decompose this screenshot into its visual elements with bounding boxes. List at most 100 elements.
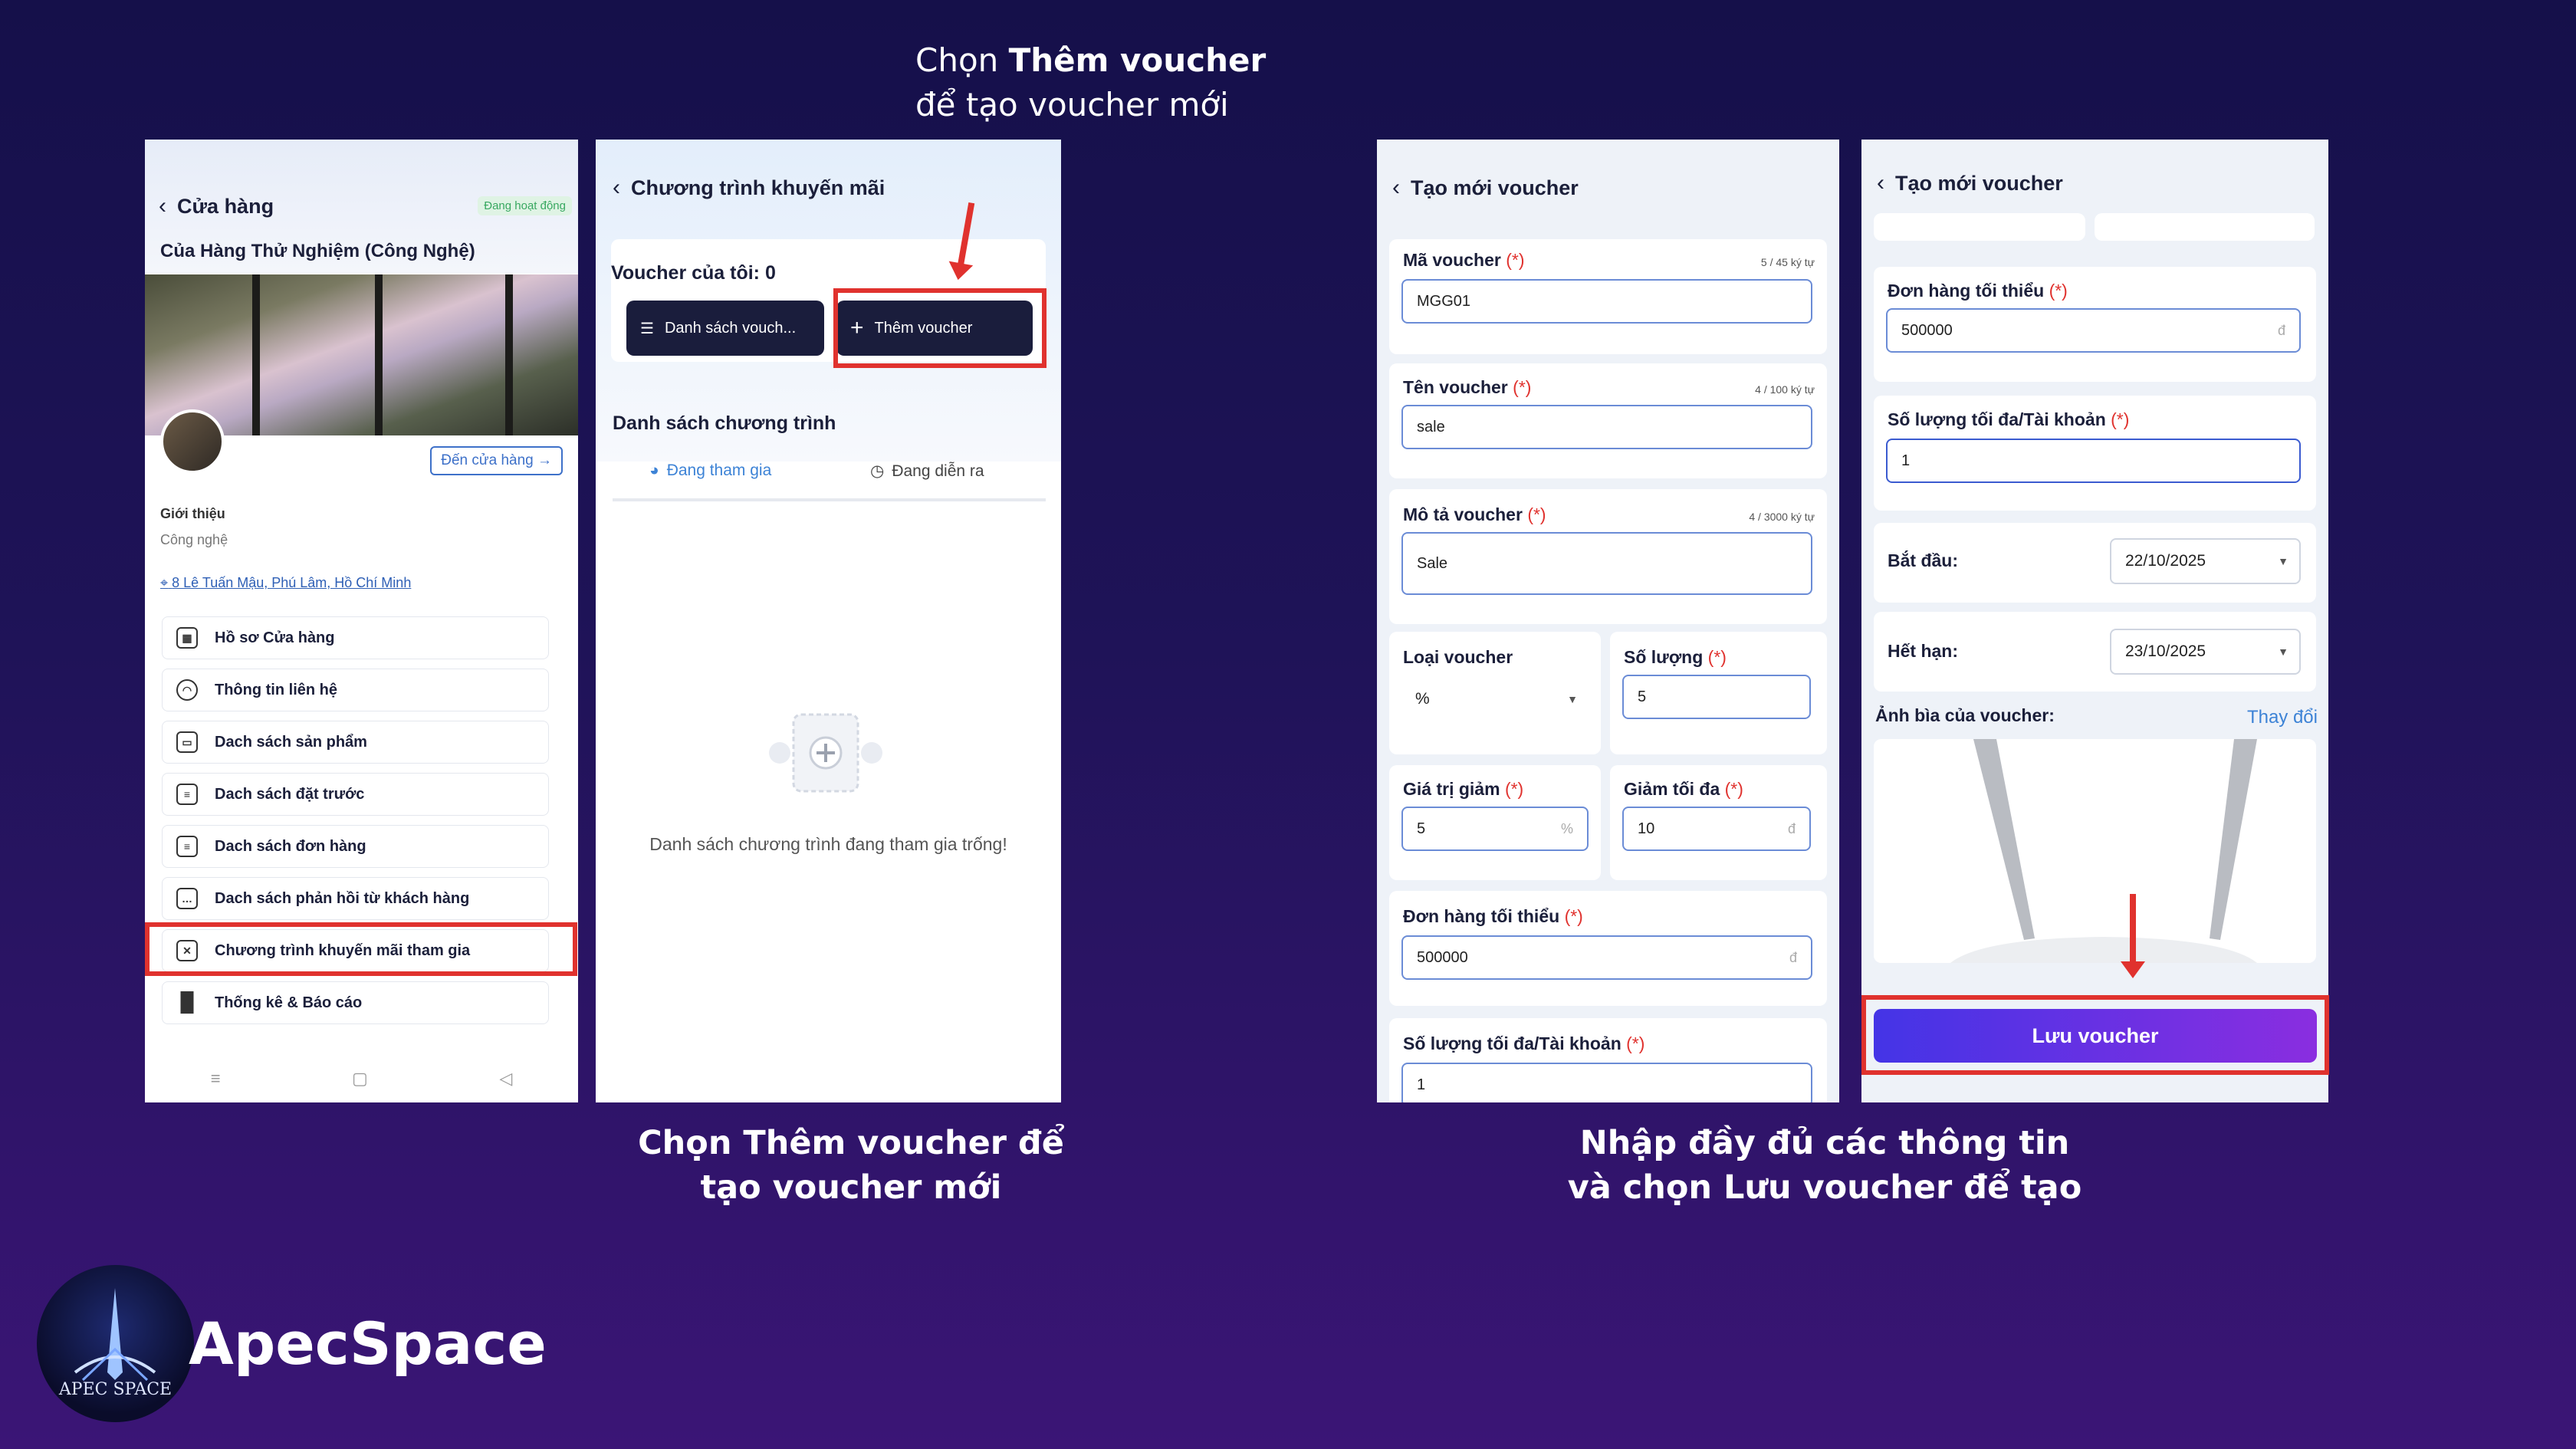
- android-navbar: ≡ ▢ ◁: [145, 1069, 578, 1089]
- home-nav-icon[interactable]: ▢: [352, 1069, 368, 1089]
- headset-icon: ◠: [176, 679, 198, 701]
- voucher-code-input[interactable]: MGG01: [1401, 279, 1812, 324]
- voucher-desc-input[interactable]: Sale: [1401, 532, 1812, 595]
- tab-joined[interactable]: ◕ Đang tham gia: [649, 462, 771, 480]
- discount-value: 5: [1417, 820, 1426, 837]
- required-mark: (*): [1564, 906, 1583, 926]
- max-label: Giảm tối đa (*): [1624, 779, 1743, 800]
- save-voucher-button[interactable]: Lưu voucher: [1874, 1009, 2317, 1063]
- min-order-input[interactable]: 500000 đ: [1886, 308, 2301, 353]
- status-badge: Đang hoạt động: [478, 196, 572, 215]
- required-mark: (*): [1504, 779, 1524, 799]
- create-header[interactable]: ‹ Tạo mới voucher: [1877, 170, 2063, 196]
- go-store-button[interactable]: Đến cửa hàng →: [430, 446, 563, 475]
- store-address-text: 8 Lê Tuấn Mậu, Phú Lâm, Hồ Chí Minh: [172, 575, 412, 590]
- create-header[interactable]: ‹ Tạo mới voucher: [1392, 175, 1579, 201]
- code-counter: 5 / 45 ký tự: [1760, 256, 1815, 268]
- plus-icon: +: [850, 315, 864, 340]
- menu-nav-icon[interactable]: ≡: [211, 1069, 221, 1089]
- save-voucher-label: Lưu voucher: [2032, 1024, 2159, 1047]
- per-account-value: 1: [1417, 1076, 1426, 1093]
- go-store-label: Đến cửa hàng: [441, 452, 534, 468]
- per-account-input[interactable]: 1: [1886, 439, 2301, 483]
- start-date-select[interactable]: 22/10/2025 ▼: [2110, 538, 2301, 584]
- menu-item-products[interactable]: ▭ Dach sách sản phẩm: [162, 721, 549, 764]
- bar-chart-icon: ▐▌: [174, 992, 201, 1013]
- back-chevron-icon[interactable]: ‹: [159, 193, 166, 219]
- desc-label-text: Mô tả voucher: [1403, 504, 1523, 524]
- discount-input[interactable]: 5%: [1401, 807, 1589, 851]
- list-icon: ☰: [640, 320, 654, 337]
- cover-frame: [375, 274, 383, 435]
- currency-suffix: đ: [2277, 322, 2285, 338]
- tab-ongoing[interactable]: ◷ Đang diễn ra: [870, 462, 984, 481]
- max-discount-input[interactable]: 10 đ: [1622, 807, 1811, 851]
- per-account-label-text: Số lượng tối đa/Tài khoản: [1888, 409, 2106, 429]
- name-label: Tên voucher (*): [1403, 377, 1531, 398]
- clock-icon: ◷: [870, 462, 885, 480]
- cover-frame: [252, 274, 260, 435]
- store-header[interactable]: ‹ Cửa hàng: [159, 193, 274, 219]
- menu-item-promotions[interactable]: ✕ Chương trình khuyến mãi tham gia: [162, 929, 549, 972]
- required-mark: (*): [1506, 250, 1525, 270]
- menu-item-feedback[interactable]: … Dach sách phản hồi từ khách hàng: [162, 877, 549, 920]
- min-order-label: Đơn hàng tối thiểu (*): [1888, 281, 2068, 301]
- store-address[interactable]: ⌖ 8 Lê Tuấn Mậu, Phú Lâm, Hồ Chí Minh: [160, 575, 411, 591]
- back-chevron-icon[interactable]: ‹: [1392, 175, 1400, 201]
- tab-ongoing-label: Đang diễn ra: [892, 462, 984, 480]
- voucher-name-value: sale: [1417, 418, 1445, 435]
- required-mark: (*): [2049, 281, 2068, 301]
- quantity-input[interactable]: 5: [1622, 675, 1811, 719]
- cover-frame: [505, 274, 513, 435]
- voucher-cover-image[interactable]: [1874, 739, 2316, 963]
- required-mark: (*): [2111, 409, 2130, 429]
- menu-item-preorders[interactable]: ≡ Dach sách đặt trước: [162, 773, 549, 816]
- change-cover-link[interactable]: Thay đổi: [2247, 707, 2318, 728]
- per-account-label: Số lượng tối đa/Tài khoản (*): [1888, 409, 2129, 430]
- menu-item-statistics[interactable]: ▐▌ Thống kê & Báo cáo: [162, 981, 549, 1024]
- per-account-input[interactable]: 1: [1401, 1063, 1812, 1102]
- tab-joined-label: Đang tham gia: [666, 462, 772, 479]
- store-cover-image: [145, 274, 578, 435]
- voucher-name-input[interactable]: sale: [1401, 405, 1812, 449]
- end-label: Hết hạn:: [1888, 641, 1958, 661]
- voucher-list-button[interactable]: ☰ Danh sách vouch...: [626, 301, 824, 356]
- percent-suffix: %: [1560, 820, 1573, 836]
- store-header-title: Cửa hàng: [177, 194, 274, 218]
- start-date-value: 22/10/2025: [2125, 552, 2206, 570]
- back-nav-icon[interactable]: ◁: [499, 1069, 512, 1089]
- menu-item-label: Chương trình khuyến mãi tham gia: [215, 941, 471, 959]
- store-avatar[interactable]: [160, 409, 225, 474]
- name-label-text: Tên voucher: [1403, 377, 1508, 397]
- end-date-select[interactable]: 23/10/2025 ▼: [2110, 629, 2301, 675]
- menu-item-label: Dach sách sản phẩm: [215, 733, 367, 751]
- section-title: Danh sách chương trình: [613, 412, 836, 434]
- menu-item-label: Dach sách phản hồi từ khách hàng: [215, 889, 470, 907]
- back-chevron-icon[interactable]: ‹: [1877, 170, 1884, 196]
- code-label-text: Mã voucher: [1403, 250, 1501, 270]
- max-discount-value: 10: [1638, 820, 1655, 837]
- create-header-title: Tạo mới voucher: [1411, 176, 1579, 199]
- menu-item-contact[interactable]: ◠ Thông tin liên hệ: [162, 669, 549, 711]
- menu-item-label: Hồ sơ Cửa hàng: [215, 629, 335, 646]
- menu-item-store-profile[interactable]: ▦ Hồ sơ Cửa hàng: [162, 616, 549, 659]
- add-voucher-button[interactable]: + Thêm voucher: [836, 301, 1033, 356]
- back-chevron-icon[interactable]: ‹: [613, 175, 620, 201]
- dropdown-arrow-icon: ▼: [1567, 693, 1578, 705]
- voucher-count: Voucher của tôi: 0: [611, 262, 776, 284]
- bottom-left-caption: Chọn Thêm voucher để tạo voucher mới: [598, 1121, 1104, 1210]
- empty-box-icon: [769, 713, 882, 793]
- product-icon: ▭: [176, 731, 198, 753]
- menu-item-label: Dach sách đơn hàng: [215, 837, 366, 855]
- top-caption: Chọn Thêm voucher để tạo voucher mới: [915, 38, 1266, 127]
- min-order-input[interactable]: 500000 đ: [1401, 935, 1812, 980]
- currency-suffix: đ: [1787, 820, 1796, 836]
- bottom-right-caption: Nhập đầy đủ các thông tin và chọn Lưu vo…: [1503, 1121, 2147, 1210]
- arrow-right-icon: →: [537, 452, 552, 468]
- promo-header-title: Chương trình khuyến mãi: [631, 176, 886, 199]
- list-icon: ≡: [176, 784, 198, 805]
- joined-icon: ◕: [649, 462, 659, 479]
- menu-item-orders[interactable]: ≡ Dach sách đơn hàng: [162, 825, 549, 868]
- promo-header[interactable]: ‹ Chương trình khuyến mãi: [613, 175, 885, 201]
- voucher-type-select[interactable]: % ▼: [1401, 676, 1589, 722]
